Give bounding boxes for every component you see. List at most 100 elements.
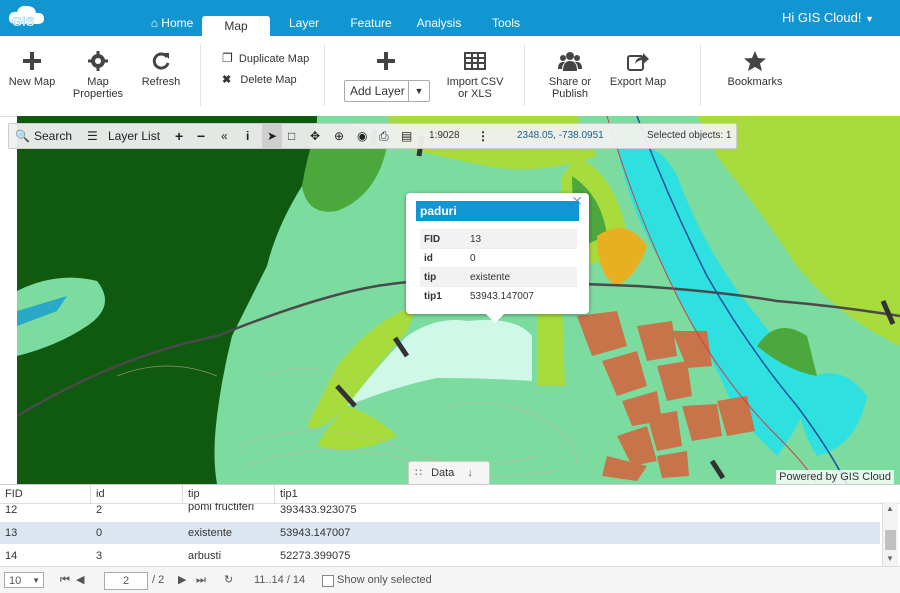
coordinates-readout: 2348.05, -738.0951 (517, 130, 604, 141)
add-layer-dropdown[interactable]: Add Layer ▼ (344, 80, 430, 102)
globe-icon[interactable]: ◉ (357, 124, 367, 148)
refresh-icon[interactable]: ↻ (224, 572, 233, 588)
caret-down-icon: ▼ (865, 14, 874, 24)
new-map-label: New Map (8, 76, 56, 88)
user-menu[interactable]: Hi GIS Cloud! ▼ (782, 10, 874, 25)
tab-tools[interactable]: Tools (486, 10, 526, 36)
table-cell: 3 (96, 550, 103, 562)
select-pointer-icon[interactable]: ➤ (262, 124, 282, 148)
close-icon: ✖ (222, 74, 232, 86)
last-page-icon[interactable]: ⏭ (196, 572, 206, 588)
record-range: 11..14 / 14 (254, 574, 306, 586)
measure-icon[interactable]: ▤ (401, 124, 412, 148)
table-scrollbar[interactable]: ▲ ▼ (882, 502, 898, 566)
table-row[interactable]: 14 3 arbusti 52273.399075 (0, 545, 880, 567)
scroll-up-icon[interactable]: ▲ (886, 504, 894, 513)
tab-analysis[interactable]: Analysis (412, 10, 466, 36)
table-row-selected[interactable]: 13 0 existente 53943.147007 (0, 522, 880, 544)
zoom-in-icon[interactable]: + (175, 124, 183, 148)
gear-icon (88, 51, 108, 71)
print-icon[interactable]: ⎙ (379, 124, 389, 148)
table-cell: existente (188, 527, 233, 539)
total-pages: / 2 (152, 574, 165, 586)
bookmarks-button[interactable]: Bookmarks (724, 50, 786, 88)
table-cell: 393433.923075 (280, 504, 357, 516)
logo-text: GIS (12, 14, 35, 29)
popup-key: tip (420, 267, 466, 287)
plus-icon (23, 52, 41, 70)
search-icon[interactable]: 🔍 (15, 124, 30, 148)
collapse-icon[interactable]: « (221, 124, 228, 148)
lime-area (537, 306, 565, 386)
share-label-2: Publish (551, 88, 589, 100)
ribbon-divider (200, 44, 201, 106)
table-cell: arbusti (188, 550, 222, 562)
feature-info-popup: ✕ paduri FID13 id0 tipexistente tip15394… (406, 193, 589, 323)
popup-attribute-table: FID 13 id 0 tip existente tip1 53943.147007 (420, 229, 577, 305)
map-properties-button[interactable]: Map Properties (68, 50, 128, 100)
popup-value: 13 (466, 229, 577, 249)
tab-feature[interactable]: Feature (344, 10, 398, 36)
ribbon-divider (700, 44, 701, 106)
table-pager: 10 ▼ ⏮ ◀ 2 / 2 ▶ ⏭ ↻ 11..14 / 14 Show on… (0, 566, 900, 593)
next-page-icon[interactable]: ▶ (178, 572, 186, 588)
first-page-icon[interactable]: ⏮ (60, 572, 70, 588)
popup-key: FID (420, 229, 466, 249)
tab-analysis-label: Analysis (416, 16, 462, 30)
tab-feature-label: Feature (350, 16, 392, 30)
data-panel-toggle[interactable]: ∷ Data ↓ (408, 461, 490, 484)
table-row[interactable]: 12 2 pomi fructiferi 393433.923075 (0, 503, 880, 521)
scroll-down-icon[interactable]: ▼ (886, 554, 894, 563)
ribbon-divider (324, 44, 325, 106)
export-icon (627, 53, 649, 71)
layer-list-button[interactable]: Layer List (108, 124, 160, 148)
refresh-button[interactable]: Refresh (136, 50, 186, 88)
show-only-selected-checkbox[interactable] (322, 575, 334, 587)
refresh-label: Refresh (141, 76, 181, 88)
import-csv-button[interactable]: Import CSV or XLS (442, 50, 508, 100)
duplicate-map-button[interactable]: ❐ Duplicate Map (222, 51, 309, 65)
table-cell: 53943.147007 (280, 527, 351, 539)
popup-value: 53943.147007 (466, 286, 577, 305)
zoom-out-icon[interactable]: − (197, 124, 205, 148)
new-map-button[interactable]: New Map (6, 50, 58, 88)
popup-value: existente (466, 267, 577, 287)
column-divider[interactable] (274, 485, 275, 503)
ribbon-toolbar: New Map Map Properties Refresh ❐ Duplica… (0, 36, 900, 117)
popup-value: 0 (466, 248, 577, 268)
data-tab-label: Data (431, 467, 455, 479)
delete-map-button[interactable]: ✖ Delete Map (222, 73, 297, 86)
info-icon[interactable]: i (246, 124, 249, 148)
table-cell: 14 (5, 550, 18, 562)
popup-key: tip1 (420, 286, 466, 305)
page-number-input[interactable]: 2 (104, 572, 148, 590)
previous-page-icon[interactable]: ◀ (76, 572, 84, 588)
page-size-select[interactable]: 10 ▼ (4, 572, 44, 588)
user-greeting: Hi GIS Cloud! (781, 10, 862, 25)
tab-layer[interactable]: Layer (282, 10, 326, 36)
pan-icon[interactable]: ✥ (310, 124, 320, 148)
map-properties-label-1: Map (87, 76, 109, 88)
search-button[interactable]: Search (34, 124, 72, 148)
column-header[interactable]: tip (188, 488, 200, 500)
share-publish-button[interactable]: Share or Publish (540, 50, 600, 100)
column-header[interactable]: id (96, 488, 105, 500)
popup-row: FID 13 (420, 229, 577, 249)
column-divider[interactable] (182, 485, 183, 503)
zoom-extent-icon[interactable]: ⊕ (334, 124, 344, 148)
add-layer-plus-icon[interactable] (376, 51, 396, 71)
table-header: FID id tip tip1 (0, 485, 900, 504)
box-select-icon[interactable]: □ (288, 124, 295, 148)
delete-map-label: Delete Map (240, 74, 297, 86)
show-only-selected-label: Show only selected (337, 574, 432, 586)
gis-cloud-logo[interactable]: GIS (6, 2, 48, 32)
export-map-button[interactable]: Export Map (608, 50, 668, 88)
column-header[interactable]: tip1 (280, 488, 298, 500)
scroll-thumb[interactable] (885, 530, 896, 550)
tab-home[interactable]: ⌂ Home (146, 10, 198, 36)
column-divider[interactable] (90, 485, 91, 503)
list-icon[interactable]: ☰ (87, 124, 98, 148)
column-header[interactable]: FID (5, 488, 23, 500)
more-vertical-icon[interactable]: ⋮ (477, 124, 489, 148)
tab-map[interactable]: Map (202, 16, 270, 36)
